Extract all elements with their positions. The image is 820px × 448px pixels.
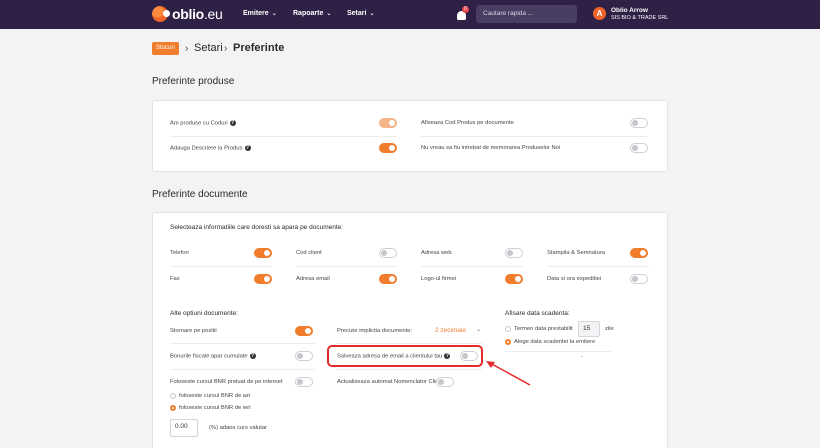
brand-logo[interactable]: oblio.eu [152,6,223,22]
user-name[interactable]: Oblio Arrow [611,7,648,14]
zile-input[interactable]: 15 [578,321,600,337]
radio-termen-prestabilit[interactable] [505,326,511,332]
divider [337,369,482,370]
toggle-adresa-web[interactable] [505,248,523,258]
divider [421,266,523,267]
section-title-documente: Preferinte documente [152,189,248,200]
label-curs-ieri: foloseste cursul BNR de ieri [179,405,251,411]
toggle-fax[interactable] [254,274,272,284]
card-produse: Am produse cu Coduri? Afiseaza Cod Produ… [152,100,668,172]
toggle-telefon[interactable] [254,248,272,258]
divider [421,136,648,137]
dash-text: - [581,354,583,360]
chevron-down-icon: ⌄ [271,11,277,17]
chevron-down-icon[interactable]: ⌄ [476,327,481,333]
label-descriere: Adauga Descriere la Produs? [170,145,251,152]
label-precizie: Precizie implicita documente: [337,328,413,334]
label-coduri: Am produse cu Coduri? [170,120,236,127]
label-stampila: Stampila & Semnatura [547,250,605,256]
label-produse-noi: Nu vreau sa fiu intrebat de memorarea Pr… [421,145,561,151]
divider [547,266,649,267]
label-actualizeaza: Actualizeaza automat Nomenclator Clienti [337,379,445,385]
notification-badge: 0 [462,6,469,13]
toggle-coduri[interactable] [379,118,397,128]
menu-setari[interactable]: Setari ⌄ [347,10,375,17]
toggle-stampila[interactable] [630,248,648,258]
menu-emitere[interactable]: Emitere ⌄ [243,10,277,17]
label-alege-data: Alege data scadentei la emitere [514,339,596,345]
scadenta-heading: Afisare data scadenta: [505,310,570,317]
label-adresa-web: Adresa web [421,250,452,256]
radio-alege-data[interactable] [505,339,511,345]
label-cod-client: Cod client [296,250,322,256]
divider [296,266,398,267]
card-documente: Selecteaza informatiile care doresti sa … [152,212,668,448]
alte-optiuni-heading: Alte optiuni documente: [170,310,238,317]
label-fax: Fax [170,276,180,282]
section-title-produse: Preferinte produse [152,76,235,87]
label-stornare: Stornare pe pozitii [170,328,217,334]
quick-search-input[interactable]: Cautare rapida ... [476,5,577,23]
breadcrumb-separator-icon: › [185,43,189,54]
label-termen-prestabilit: Termen data prestabilit [514,326,573,332]
toggle-curs-bnr[interactable] [295,377,313,387]
annotation-highlight-box [327,345,483,367]
divider [337,343,482,344]
user-company: SIS BIO & TRADE SRL [611,15,669,21]
help-icon[interactable]: ? [249,353,256,359]
breadcrumb-preferinte: Preferinte [233,42,285,54]
divider [505,351,611,352]
divider [170,343,315,344]
divider [170,136,397,137]
divider [170,369,315,370]
toggle-bonurile[interactable] [295,351,313,361]
label-zile: zile [605,326,614,332]
label-curs-bnr: Foloseste cursul BNR preluat de pe inter… [170,379,283,385]
oblio-logo-icon [152,6,170,22]
top-navbar: oblio.eu Emitere ⌄ Rapoarte ⌄ Setari ⌄ 0 Ca… [0,0,820,29]
breadcrumb-separator-icon: › [224,43,228,54]
label-data-expeditiei: Data si ora expeditiei [547,276,602,282]
toggle-stornare[interactable] [295,326,313,336]
toggle-produse-noi[interactable] [630,143,648,153]
radio-curs-ieri[interactable] [170,405,176,411]
label-curs-azi: foloseste cursul BNR de azi [179,393,251,399]
label-adaos: (%) adaos curs valutar [209,425,267,431]
toggle-adresa-email[interactable] [379,274,397,284]
toggle-cod-client[interactable] [379,248,397,258]
breadcrumb-setari[interactable]: Setari [194,42,223,54]
annotation-arrow-icon [486,361,531,386]
adaos-input[interactable]: 0.00 [170,419,198,437]
help-icon[interactable]: ? [244,145,251,151]
toggle-actualizeaza[interactable] [436,377,454,387]
radio-curs-azi[interactable] [170,393,176,399]
toggle-descriere[interactable] [379,143,397,153]
chevron-down-icon: ⌄ [369,11,375,17]
brand-name: oblio.eu [172,6,223,22]
precizie-select[interactable]: 2 zecimale [435,327,466,334]
toggle-afiseaza-cod[interactable] [630,118,648,128]
breadcrumb-stocuri[interactable]: Stocuri [152,42,179,55]
label-adresa-email: Adresa email [296,276,330,282]
toggle-logo[interactable] [505,274,523,284]
user-avatar[interactable]: A [593,7,606,20]
chevron-down-icon: ⌄ [326,11,332,17]
menu-rapoarte[interactable]: Rapoarte ⌄ [293,10,331,17]
label-bonurile: Bonurile fiscale apar cumulate? [170,353,256,360]
label-logo: Logo-ul firmei [421,276,457,282]
notifications-bell-icon[interactable]: 0 [455,6,469,22]
select-info-label: Selecteaza informatiile care doresti sa … [170,224,344,231]
label-afiseaza-cod: Afiseaza Cod Produs pe documente [421,120,514,126]
divider [170,266,272,267]
toggle-data-expeditiei[interactable] [630,274,648,284]
label-telefon: Telefon [170,250,189,256]
help-icon[interactable]: ? [229,120,236,126]
